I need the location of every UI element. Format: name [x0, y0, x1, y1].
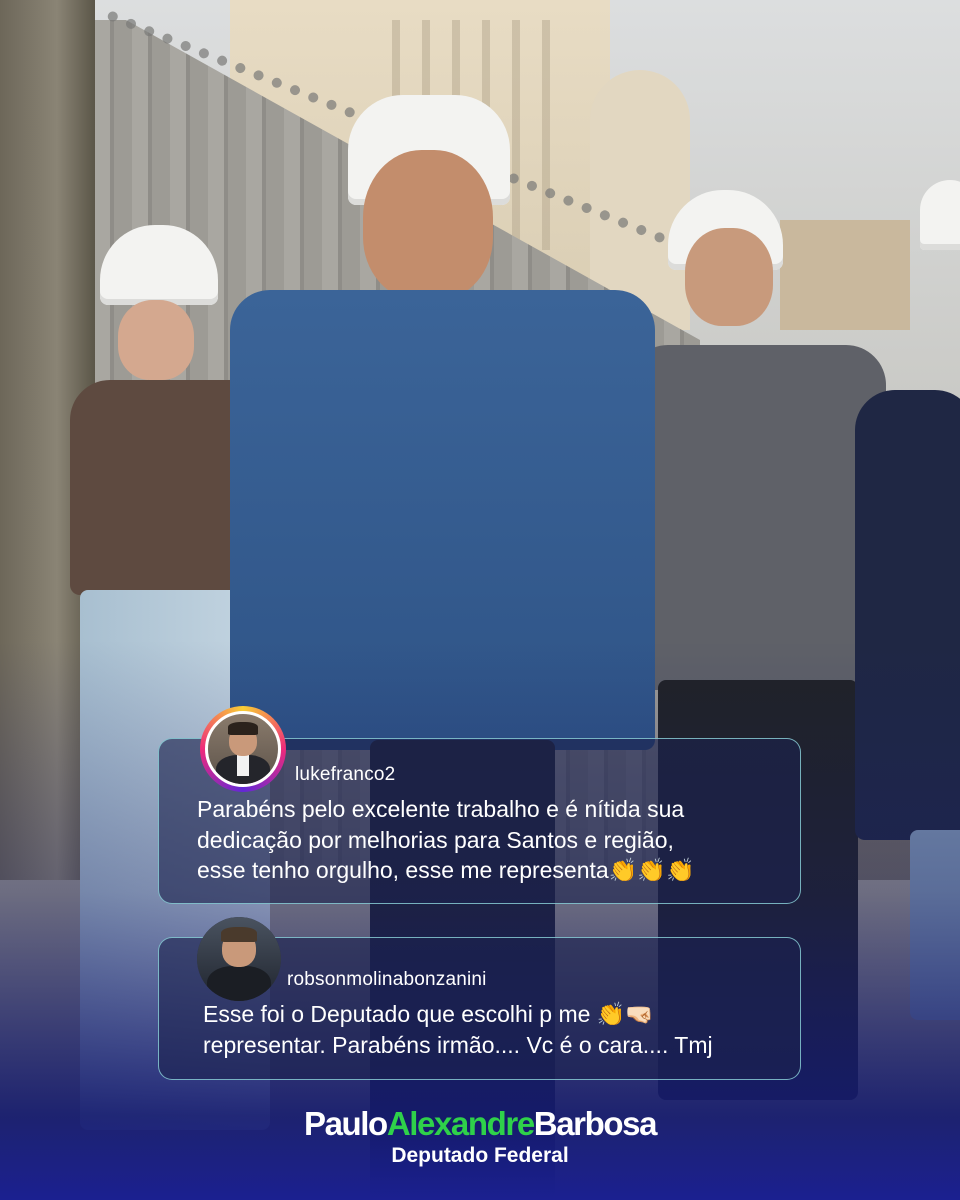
avatar[interactable]: [197, 917, 281, 1001]
name-middle: Alexandre: [386, 1105, 535, 1142]
comment-username[interactable]: lukefranco2: [295, 764, 395, 786]
profile-photo: [197, 917, 281, 1001]
comment-username[interactable]: robsonmolinabonzanini: [287, 969, 487, 991]
post-canvas: lukefranco2 Parabéns pelo excelente trab…: [0, 0, 960, 1200]
comment-card: robsonmolinabonzanini Esse foi o Deputad…: [158, 917, 801, 1080]
background-house: [780, 220, 910, 330]
comment-card: lukefranco2 Parabéns pelo excelente trab…: [158, 706, 801, 904]
profile-photo: [205, 711, 281, 787]
comment-text: Esse foi o Deputado que escolhi p me 👏🤜🏻…: [203, 1001, 713, 1058]
name-first: Paulo: [303, 1105, 388, 1142]
politician-name: PauloAlexandreBarbosa: [0, 1105, 960, 1143]
name-last: Barbosa: [533, 1105, 658, 1142]
comment-text: Parabéns pelo excelente trabalho e é nít…: [197, 796, 695, 883]
avatar[interactable]: [200, 706, 286, 792]
politician-role: Deputado Federal: [391, 1144, 569, 1167]
